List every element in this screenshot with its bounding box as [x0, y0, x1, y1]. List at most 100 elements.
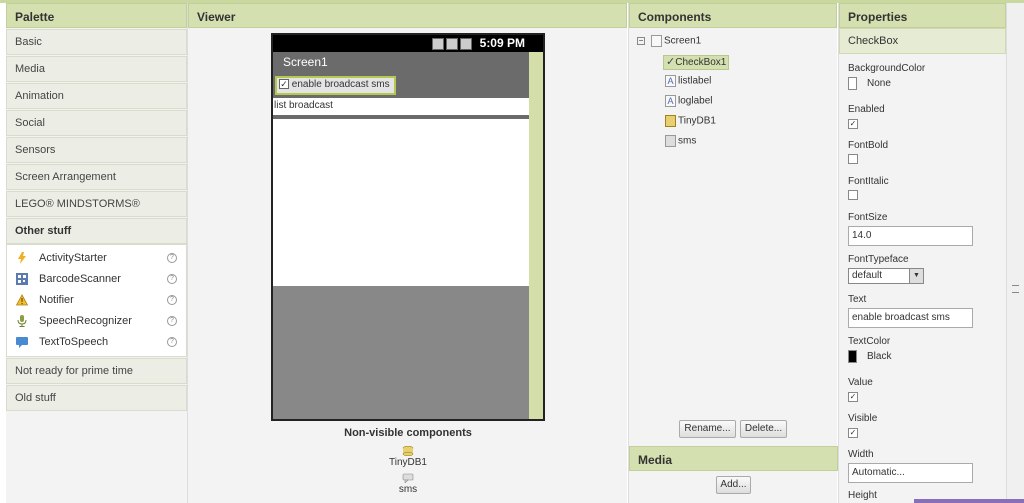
- nonvisible-title: Non-visible components: [344, 427, 472, 439]
- selected-component-type: CheckBox: [839, 28, 1006, 54]
- palette-item-speechrecognizer[interactable]: SpeechRecognizer ?: [7, 311, 186, 332]
- prop-height: Height: [848, 490, 877, 503]
- prop-textcolor: TextColor Black: [848, 336, 891, 363]
- palette-item-list: ActivityStarter ? BarcodeScanner ? Notif…: [6, 244, 187, 357]
- bottom-accent-bar: [914, 499, 1024, 503]
- dropdown-arrow-icon[interactable]: ▼: [909, 269, 923, 283]
- help-icon[interactable]: ?: [167, 274, 177, 284]
- help-icon[interactable]: ?: [167, 253, 177, 263]
- palette-category-media[interactable]: Media: [6, 56, 187, 82]
- visible-checkbox[interactable]: ✓: [848, 428, 858, 438]
- screen-title: Screen1: [273, 52, 529, 72]
- tree-node-selected[interactable]: ✓CheckBox1: [663, 55, 730, 70]
- tree-node-screen1[interactable]: − Screen1: [637, 35, 729, 55]
- phone-status-bar: 5:09 PM: [273, 35, 543, 52]
- palette-item-activitystarter[interactable]: ActivityStarter ?: [7, 248, 186, 269]
- palette-category-sensors[interactable]: Sensors: [6, 137, 187, 163]
- status-icons: [430, 35, 472, 52]
- prop-label: Value: [848, 377, 873, 388]
- fontsize-input[interactable]: 14.0: [848, 226, 973, 246]
- enabled-checkbox[interactable]: ✓: [848, 119, 858, 129]
- palette-category-basic[interactable]: Basic: [6, 29, 187, 55]
- prop-label: FontTypeface: [848, 254, 909, 265]
- sms-icon: [665, 135, 676, 147]
- prop-label: Width: [848, 449, 874, 460]
- palette-item-label: TextToSpeech: [39, 336, 109, 348]
- database-icon: [402, 446, 414, 456]
- checkbox-component[interactable]: ✓ enable broadcast sms: [275, 76, 396, 95]
- phone-scrollbar[interactable]: [529, 52, 543, 419]
- palette-category-screen-arrangement[interactable]: Screen Arrangement: [6, 164, 187, 190]
- collapse-icon[interactable]: −: [637, 37, 645, 45]
- text-input[interactable]: enable broadcast sms: [848, 308, 973, 328]
- palette-category-other-stuff[interactable]: Other stuff: [6, 218, 187, 244]
- properties-header: Properties: [839, 3, 1006, 28]
- prop-label: FontItalic: [848, 176, 889, 187]
- warning-icon: [16, 294, 28, 306]
- palette-category-not-ready[interactable]: Not ready for prime time: [6, 358, 187, 384]
- microphone-icon: [17, 315, 27, 327]
- components-header: Components: [629, 3, 837, 28]
- tree-node-tinydb1[interactable]: TinyDB1: [637, 115, 729, 135]
- color-swatch[interactable]: [848, 77, 857, 90]
- value-checkbox[interactable]: ✓: [848, 392, 858, 402]
- prop-text: Text enable broadcast sms: [848, 294, 973, 328]
- prop-label: Height: [848, 490, 877, 501]
- width-input[interactable]: Automatic...: [848, 463, 973, 483]
- palette-panel: Palette Basic Media Animation Social Sen…: [6, 3, 187, 503]
- help-icon[interactable]: ?: [167, 316, 177, 326]
- label-icon: A: [665, 95, 676, 107]
- nonvisible-label: TinyDB1: [389, 457, 427, 468]
- prop-backgroundcolor: BackgroundColor None: [848, 63, 925, 90]
- help-icon[interactable]: ?: [167, 295, 177, 305]
- tree-node-sms[interactable]: sms: [637, 135, 729, 155]
- prop-label: Enabled: [848, 104, 885, 115]
- checkbox-text: enable broadcast sms: [291, 79, 390, 90]
- prop-width: Width Automatic...: [848, 449, 973, 483]
- palette-category-lego[interactable]: LEGO® MINDSTORMS®: [6, 191, 187, 217]
- checkbox-check-icon[interactable]: ✓: [279, 79, 289, 90]
- color-swatch[interactable]: [848, 350, 857, 363]
- palette-item-barcodescanner[interactable]: BarcodeScanner ?: [7, 269, 186, 290]
- components-panel: Components − Screen1 ✓CheckBox1 Alistlabe…: [628, 3, 838, 503]
- prop-value: Value ✓: [848, 377, 873, 402]
- prop-enabled: Enabled ✓: [848, 104, 885, 129]
- fonttypeface-select[interactable]: default ▼: [848, 268, 924, 284]
- help-icon[interactable]: ?: [167, 337, 177, 347]
- database-icon: [665, 115, 676, 127]
- add-media-button[interactable]: Add...: [716, 476, 751, 494]
- component-tree: − Screen1 ✓CheckBox1 Alistlabel Aloglabel…: [637, 35, 730, 155]
- prop-value[interactable]: None: [867, 78, 891, 89]
- battery-icon: [459, 38, 472, 51]
- prop-value[interactable]: Black: [867, 351, 891, 362]
- tree-node-listlabel[interactable]: Alistlabel: [637, 75, 729, 95]
- scroll-grip-icon[interactable]: [1012, 285, 1019, 293]
- delete-button[interactable]: Delete...: [740, 420, 787, 438]
- palette-category-old-stuff[interactable]: Old stuff: [6, 385, 187, 411]
- status-time: 5:09 PM: [479, 36, 525, 50]
- fontitalic-checkbox[interactable]: [848, 190, 858, 200]
- prop-fontitalic: FontItalic: [848, 176, 889, 203]
- tree-node-loglabel[interactable]: Aloglabel: [637, 95, 729, 115]
- palette-category-animation[interactable]: Animation: [6, 83, 187, 109]
- palette-item-texttospeech[interactable]: TextToSpeech ?: [7, 332, 186, 353]
- listlabel-component[interactable]: list broadcast: [273, 98, 529, 115]
- checkmark-icon: ✓: [666, 56, 676, 68]
- page-scrollbar[interactable]: [1006, 3, 1024, 503]
- prop-label: FontSize: [848, 212, 888, 223]
- nonvisible-tinydb1[interactable]: TinyDB1: [188, 446, 628, 468]
- palette-item-label: Notifier: [39, 294, 74, 306]
- palette-header: Palette: [6, 3, 187, 28]
- prop-visible: Visible ✓: [848, 413, 877, 438]
- media-header: Media: [629, 446, 838, 471]
- prop-label: BackgroundColor: [848, 63, 926, 74]
- fontbold-checkbox[interactable]: [848, 154, 858, 164]
- properties-panel: Properties CheckBox BackgroundColor None…: [838, 3, 1006, 503]
- nonvisible-sms[interactable]: sms: [188, 473, 628, 495]
- palette-item-notifier[interactable]: Notifier ?: [7, 290, 186, 311]
- rename-button[interactable]: Rename...: [679, 420, 736, 438]
- lightning-icon: [18, 252, 26, 264]
- prop-fonttypeface: FontTypeface default ▼: [848, 254, 924, 284]
- tree-node-checkbox1[interactable]: ✓CheckBox1: [637, 55, 730, 75]
- palette-category-social[interactable]: Social: [6, 110, 187, 136]
